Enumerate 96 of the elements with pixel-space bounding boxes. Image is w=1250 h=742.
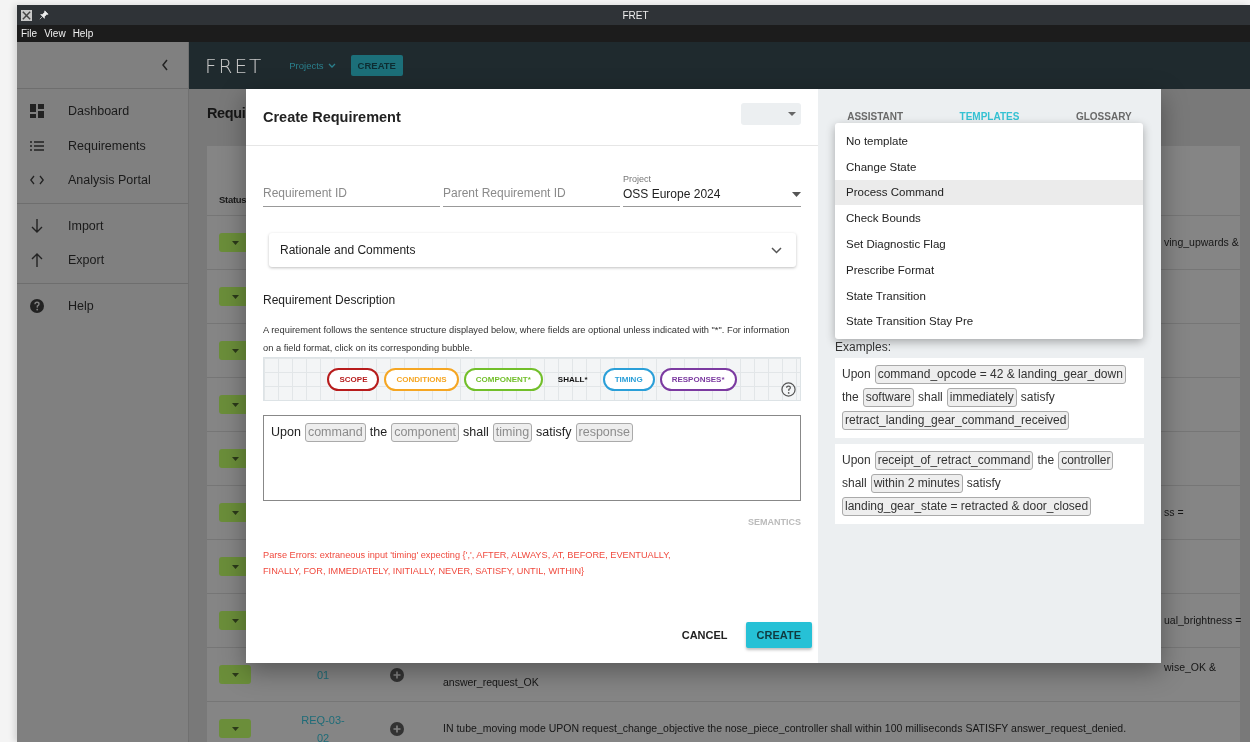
arrow-down-icon [30,218,44,233]
dialog-title: Create Requirement [263,109,401,125]
requirement-text: ss = [1164,505,1185,520]
field-chip: software [862,388,915,407]
sentence-word: shall [463,424,489,441]
placeholder-chip: response [575,423,633,442]
code-icon [30,175,44,186]
menu-item[interactable]: File [21,28,38,39]
logo: FRET [205,53,264,78]
caret-icon [231,564,239,569]
caret-icon [231,456,239,461]
list-icon [30,140,44,151]
caret-icon [788,112,796,116]
field-chip: command_opcode = 42 & landing_gear_down [874,365,1126,384]
examples-label: Examples: [835,340,893,354]
tab[interactable]: GLOSSARY [1046,111,1161,122]
field-chip: controller [1058,451,1114,470]
tab[interactable]: ASSISTANT [818,111,933,122]
add-icon[interactable] [390,667,404,682]
select-field[interactable] [741,103,801,125]
collapse-icon[interactable] [161,59,169,71]
sidebar-item[interactable]: Analysis Portal [17,163,188,198]
sidebar-item[interactable]: Import [17,208,188,243]
sidebar-item[interactable]: Dashboard [17,94,188,129]
app-icon [21,9,32,21]
project-select[interactable]: Project OSS Europe 2024 [623,174,801,207]
sentence-word: the [369,424,388,441]
page-title: Requi [207,105,246,123]
help-text: A requirement follows the sentence structure displayed below, where fields are optional unless indicated with "*". For information on a field format, click on its corresponding bubble. [263,324,791,355]
field-bubble[interactable]: RESPONSES* [659,367,737,391]
parse-error-text: Parse Errors: extraneous input 'timing' expecting {',', AFTER, ALWAYS, AT, BEFORE, EVENTUALLY, FINALLY, FOR, IMMEDIATELY, INITIALLY, NEVER, SATISFY, UNTIL, WITHIN} [263,549,672,578]
caret-icon [231,726,239,731]
section-heading: Requirement Description [263,293,397,307]
sentence-word: satisfy [1020,389,1055,406]
placeholder-chip: component [391,423,460,442]
requirement-text: IN tube_moving mode UPON request_change_objective the nose_piece_controller shall within 100 milliseconds SATISFY answer_request_denied. [443,721,1128,736]
shall-label: SHALL* [557,374,588,384]
requirement-text: ving_upwards & [1164,235,1240,250]
dashboard-icon [30,104,44,119]
caret-icon [792,191,801,197]
sentence-word: satisfy [536,424,572,441]
requirement-text: ual_brightness = [1164,613,1242,628]
menu-item[interactable]: State Transition [835,282,1143,309]
menu-item[interactable]: View [44,28,66,39]
column-header: Status [219,193,247,205]
menu-item[interactable]: Prescribe Format [835,257,1143,283]
caret-icon [231,618,239,623]
create-button[interactable]: CREATE [745,622,812,648]
sentence-word: Upon [842,366,871,383]
placeholder-chip: command [304,423,366,442]
menu-item[interactable]: Check Bounds [835,205,1143,232]
menu-item[interactable]: No template [835,128,1143,154]
sentence-word: the [842,389,859,406]
menu-item[interactable]: Change State [835,153,1143,180]
requirement-editor[interactable]: Upon command the component shall timing satisfy response [263,415,801,501]
sentence-word: Upon [271,424,301,441]
menu-item[interactable]: Process Command [835,179,1143,206]
caret-icon [231,510,239,515]
menu-item[interactable]: Set Diagnostic Flag [835,231,1143,257]
field-bubble[interactable]: SCOPE [327,367,380,391]
add-icon[interactable] [390,721,404,736]
field-chip: receipt_of_retract_command [874,451,1034,470]
requirement-text: wise_OK & [1164,659,1217,675]
cancel-button[interactable]: CANCEL [675,628,734,642]
field-chip: landing_gear_state = retracted & door_closed [842,497,1092,516]
caret-icon [327,63,336,68]
sentence-word: shall [842,475,867,492]
help-icon [30,298,44,313]
requirement-text: answer_request_OK [443,674,540,690]
arrow-up-icon [30,253,44,268]
field-chip: retract_landing_gear_command_received [842,411,1070,430]
field-bubble[interactable]: TIMING [602,367,655,391]
sentence-word: shall [918,389,943,406]
caret-icon [231,294,239,299]
caret-icon [231,672,239,677]
rationale-accordion[interactable]: Rationale and Comments [269,233,796,267]
menu-item[interactable]: State Transition Stay Pre [835,308,1143,335]
caret-icon [231,240,239,245]
sentence-word: satisfy [966,475,1001,492]
sentence-word: Upon [842,452,871,469]
help-icon[interactable] [781,382,796,397]
projects-menu[interactable]: Projects [289,60,336,71]
sidebar-item[interactable]: Requirements [17,128,188,163]
window-title: FRET [622,9,649,21]
caret-icon [231,402,239,407]
field-chip: within 2 minutes [870,474,963,493]
field-chip: immediately [946,388,1017,407]
sentence-word: the [1037,452,1055,469]
caret-icon [231,348,239,353]
pin-icon[interactable] [39,10,49,20]
text-field[interactable]: Parent Requirement ID [443,182,620,207]
sidebar-item[interactable]: Help [17,288,188,323]
sidebar-item[interactable]: Export [17,243,188,278]
menu-item[interactable]: Help [72,28,94,39]
text-field[interactable]: Requirement ID [263,182,440,207]
placeholder-chip: timing [492,423,533,442]
